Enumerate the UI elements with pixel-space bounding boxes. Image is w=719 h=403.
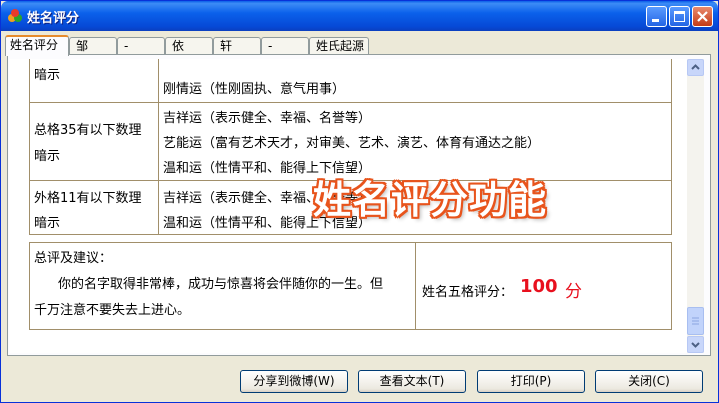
row2-label-cell: 总格35有以下数理 暗示 — [29, 102, 159, 181]
scroll-up-button[interactable] — [687, 59, 704, 76]
row3-label-line1: 外格11有以下数理 — [34, 191, 142, 206]
row2-line-2: 艺能运（富有艺术天才，对审美、艺术、演艺、体育有通达之能） — [163, 136, 541, 151]
view-text-button[interactable]: 查看文本(T) — [358, 370, 466, 393]
summary-text-line1: 你的名字取得非常棒，成功与惊喜将会伴随你的一生。但 — [58, 277, 384, 292]
tab-separator-1[interactable]: - — [117, 37, 165, 54]
tab-separator-2[interactable]: - — [261, 37, 309, 54]
summary-heading: 总评及建议： — [34, 251, 113, 266]
tab-surname-origin[interactable]: 姓氏起源 — [309, 37, 369, 54]
row1-value-cell: 刚情运（性刚固执、意气用事） — [158, 59, 672, 103]
chevron-down-icon — [691, 342, 700, 348]
row2-label-line1: 总格35有以下数理 — [34, 123, 142, 138]
tab-surname[interactable]: 邹 — [69, 37, 117, 54]
scroll-thumb[interactable] — [687, 307, 704, 335]
main-window: 姓名评分 姓名评分 邹 - 依 轩 - 姓氏起源 暗示 刚情运（性刚固执、意气用… — [0, 0, 719, 403]
maximize-icon — [674, 11, 685, 22]
score-unit: 分 — [565, 282, 582, 302]
window-title: 姓名评分 — [27, 11, 80, 26]
feature-caption-overlay: 姓名评分功能 — [313, 178, 548, 222]
row3-label-cell: 外格11有以下数理 暗示 — [29, 180, 159, 235]
maximize-button[interactable] — [669, 6, 690, 27]
score-cell: 姓名五格评分： 100 分 — [415, 242, 672, 330]
close-button[interactable]: 关闭(C) — [595, 370, 703, 393]
scroll-down-button[interactable] — [687, 336, 704, 353]
score-value: 100 — [520, 276, 558, 297]
tab-given-1[interactable]: 依 — [165, 37, 213, 54]
close-icon — [697, 11, 708, 22]
row2-line-1: 吉祥运（表示健全、幸福、名誉等） — [163, 111, 372, 126]
minimize-button[interactable] — [646, 6, 667, 27]
grip-icon — [692, 317, 699, 325]
chevron-up-icon — [691, 64, 700, 70]
tab-given-2[interactable]: 轩 — [213, 37, 261, 54]
tab-name-score[interactable]: 姓名评分 — [5, 35, 69, 56]
title-bar[interactable]: 姓名评分 — [1, 1, 718, 31]
summary-cell: 总评及建议： 你的名字取得非常棒，成功与惊喜将会伴随你的一生。但 千万注意不要失… — [29, 242, 416, 330]
app-icon — [8, 9, 22, 22]
share-weibo-button[interactable]: 分享到微博(W) — [240, 370, 348, 393]
close-window-button[interactable] — [692, 6, 713, 27]
print-button[interactable]: 打印(P) — [477, 370, 585, 393]
summary-text-line2: 千万注意不要失去上进心。 — [34, 303, 191, 318]
vertical-scrollbar[interactable] — [687, 59, 704, 353]
row1-line: 刚情运（性刚固执、意气用事） — [163, 82, 346, 97]
minimize-icon — [652, 19, 659, 22]
row3-label-line2: 暗示 — [34, 216, 61, 231]
row1-label-cell: 暗示 — [29, 59, 159, 103]
score-label: 姓名五格评分： — [422, 285, 514, 300]
row2-label-line2: 暗示 — [34, 149, 61, 164]
row1-label: 暗示 — [34, 68, 61, 83]
